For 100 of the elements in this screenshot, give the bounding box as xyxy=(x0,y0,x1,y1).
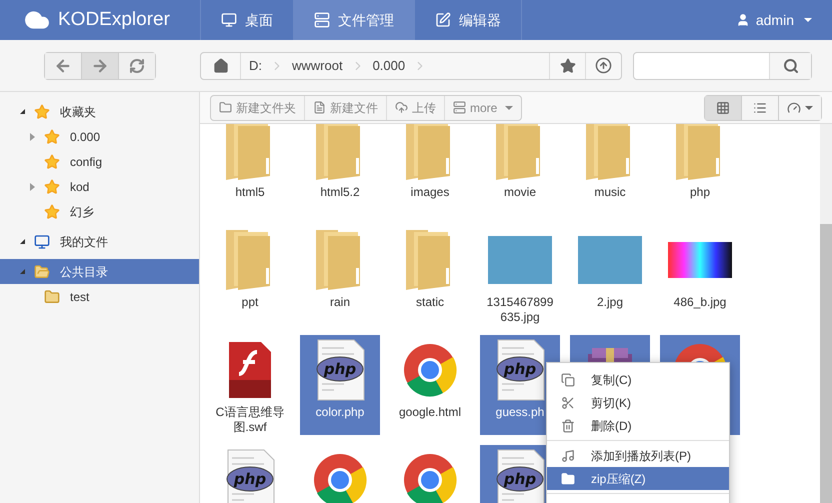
star-icon xyxy=(560,58,576,74)
file-name: C语言思维导图.swf xyxy=(214,405,286,435)
file-item[interactable]: movie xyxy=(480,124,560,215)
file-name: music xyxy=(593,185,627,200)
app-title: KODExplorer xyxy=(58,8,170,32)
tree-item[interactable]: 收藏夹 xyxy=(0,99,199,124)
star-icon xyxy=(34,104,50,120)
back-icon xyxy=(54,56,72,74)
tree-label: test xyxy=(70,288,90,306)
file-icon xyxy=(313,101,326,114)
grid-view-icon xyxy=(716,100,730,114)
collapsed-arrow-icon[interactable] xyxy=(30,132,34,140)
search-button[interactable] xyxy=(769,52,811,78)
file-item[interactable]: rain xyxy=(300,225,380,325)
server-icon xyxy=(314,12,330,28)
tree-label: 收藏夹 xyxy=(60,104,96,120)
user-icon xyxy=(736,13,750,27)
flash-file-icon xyxy=(227,340,273,400)
scrollbar-thumb[interactable] xyxy=(820,224,832,503)
computer-icon xyxy=(34,234,50,250)
file-name: php xyxy=(688,185,712,200)
tree-label: 0.000 xyxy=(70,128,100,146)
expanded-arrow-icon[interactable] xyxy=(20,239,24,244)
file-name: ppt xyxy=(240,295,260,310)
server-icon xyxy=(453,101,466,114)
collapsed-arrow-icon[interactable] xyxy=(30,182,34,190)
tree-item[interactable]: kod xyxy=(0,174,199,199)
php-file-drawing: php xyxy=(494,338,546,402)
file-name: color.php xyxy=(314,405,366,420)
breadcrumb-item[interactable]: 0.000 xyxy=(364,52,428,78)
user-menu[interactable]: admin xyxy=(736,0,832,40)
tree-item[interactable]: test xyxy=(0,284,199,309)
search-icon xyxy=(782,58,798,74)
monitor-icon xyxy=(221,12,237,28)
file-item[interactable]: 486_b.jpg xyxy=(660,225,740,325)
music-icon xyxy=(561,448,575,462)
nav-tab[interactable]: 文件管理 xyxy=(293,0,414,40)
file-item[interactable]: php xyxy=(660,124,740,215)
file-item[interactable]: images xyxy=(390,124,470,215)
caret-icon xyxy=(505,106,514,110)
view-mode-button[interactable] xyxy=(705,96,742,120)
folder-icon xyxy=(44,288,60,304)
tree-item[interactable]: 幻乡 xyxy=(0,199,199,224)
tree-item[interactable]: 公共目录 xyxy=(0,259,199,284)
tree-label: 公共目录 xyxy=(60,264,108,280)
expanded-arrow-icon[interactable] xyxy=(20,109,24,114)
file-name: movie xyxy=(502,185,537,200)
folder-icon xyxy=(219,101,232,114)
color-spectrum-image xyxy=(668,242,732,278)
file-name: html5.2 xyxy=(319,185,361,200)
refresh-icon xyxy=(129,58,145,74)
file-item[interactable]: ppt xyxy=(210,225,290,325)
forward-icon xyxy=(91,56,109,74)
tree-label: 我的文件 xyxy=(60,234,108,250)
breadcrumb-item[interactable]: wwwroot xyxy=(284,52,365,78)
file-name: 2.jpg xyxy=(596,295,624,310)
file-name: 486_b.jpg xyxy=(672,295,728,310)
star-icon xyxy=(44,204,60,220)
file-item[interactable]: 1315467899635.jpg xyxy=(480,225,560,325)
file-item[interactable]: html5 xyxy=(210,124,290,215)
file-item[interactable]: static xyxy=(390,225,470,325)
tree-item[interactable]: 0.000 xyxy=(0,124,199,149)
caret-icon xyxy=(804,18,812,22)
file-item[interactable]: 2.jpg xyxy=(570,225,650,325)
folder-icon xyxy=(34,264,50,280)
tree-label: 幻乡 xyxy=(70,204,94,220)
menu-item[interactable]: zip压缩(Z) xyxy=(547,467,729,490)
caret-icon xyxy=(805,106,813,110)
forward-button[interactable] xyxy=(81,52,119,78)
back-button[interactable] xyxy=(45,52,81,78)
home-icon xyxy=(212,58,228,74)
file-item[interactable]: C语言思维导图.swf xyxy=(210,335,290,435)
file-name: rain xyxy=(328,295,351,310)
file-name: google.html xyxy=(398,405,462,420)
file-item[interactable]: php color.php xyxy=(300,335,380,435)
tree-item[interactable]: config xyxy=(0,149,199,174)
tree-label: kod xyxy=(70,178,90,196)
breadcrumb-item[interactable]: D: xyxy=(241,52,284,78)
file-name: static xyxy=(414,295,445,310)
star-icon xyxy=(44,154,60,170)
view-mode-button[interactable] xyxy=(742,96,779,120)
file-item[interactable]: google.html xyxy=(390,335,470,435)
star-icon xyxy=(44,128,60,144)
file-item[interactable]: music xyxy=(570,124,650,215)
file-name: guess.ph xyxy=(494,405,546,420)
file-name: html5 xyxy=(234,185,266,200)
star-icon xyxy=(44,178,60,194)
search-field[interactable] xyxy=(633,52,812,80)
tree-item[interactable]: 我的文件 xyxy=(0,229,199,254)
refresh-button[interactable] xyxy=(119,52,155,78)
browser-icon xyxy=(403,343,457,397)
menu-item[interactable]: 添加到播放列表(P) xyxy=(547,444,729,467)
file-item[interactable]: html5.2 xyxy=(300,124,380,215)
php-file-drawing: php xyxy=(494,448,546,503)
file-item[interactable]: php xyxy=(210,445,290,503)
file-name: images xyxy=(410,185,450,200)
copy-icon xyxy=(561,372,575,386)
photo-placeholder xyxy=(578,236,642,284)
theme-menu-button[interactable] xyxy=(779,96,821,120)
folder-icon xyxy=(561,472,575,486)
